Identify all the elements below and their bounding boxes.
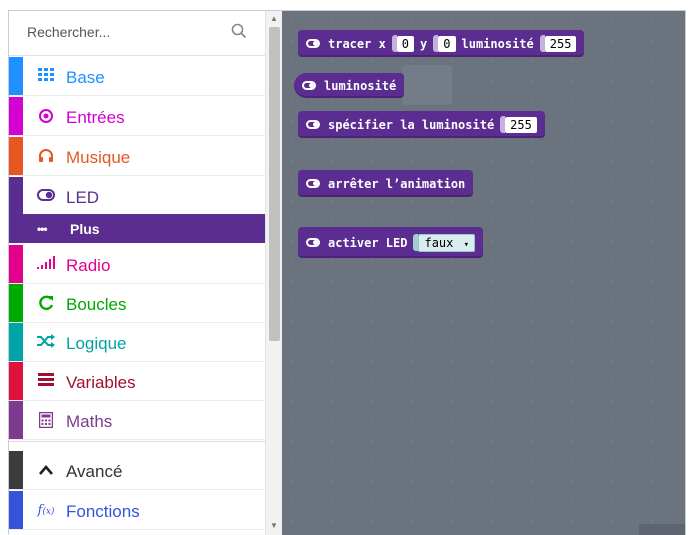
led-state-dropdown[interactable]: faux ▾ [418,233,476,252]
toolbox-search[interactable]: Rechercher... [9,11,265,56]
toolbox-category-entrees[interactable]: Entrées [9,97,265,136]
toolbox-category-logique[interactable]: Logique [9,323,265,362]
scrollbar-thumb[interactable] [269,27,280,341]
shuffle-icon [37,334,55,352]
brightness-value-input[interactable]: 255 [544,35,577,52]
scroll-up-icon[interactable]: ▲ [270,14,278,23]
chevron-down-icon: ▾ [463,239,470,250]
toolbox-category-led[interactable]: LED [9,177,265,216]
category-label: Entrées [66,108,125,127]
search-input[interactable]: Rechercher... [27,24,110,40]
block-label: y [420,36,428,51]
category-label: Variables [66,373,136,392]
stop-animation-block[interactable]: arrêter l’animation [298,170,474,197]
plot-brightness-block[interactable]: tracer x 0 y 0 luminosité 255 [298,30,585,57]
blocks-flyout: tracer x 0 y 0 luminosité 255 luminosité… [282,11,685,535]
signal-icon [37,256,55,274]
category-color-stripe [9,362,23,400]
block-label: arrêter l’animation [328,176,466,191]
category-color-stripe [9,245,23,283]
toolbox-separator [9,441,265,449]
toolbox-category-fonctions[interactable]: f(x) Fonctions [9,491,265,530]
enable-led-block[interactable]: activer LED faux ▾ [298,227,484,258]
category-label: Musique [66,148,131,167]
category-label: Plus [70,221,100,237]
toggle-icon [302,81,316,90]
grid-icon [37,68,55,86]
category-color-stripe [9,57,23,95]
more-icon: ••• [37,222,48,236]
list-icon [37,373,55,391]
toggle-icon [306,238,320,247]
block-label: spécifier la luminosité [328,117,495,132]
toggle-icon [37,188,55,206]
category-label: Boucles [66,295,127,314]
y-value-input[interactable]: 0 [438,35,456,52]
category-color-stripe [9,177,23,215]
toolbox-category-radio[interactable]: Radio [9,245,265,284]
x-value-input[interactable]: 0 [396,35,415,52]
category-color-stripe [9,214,23,243]
category-label: Logique [66,334,127,353]
brightness-reporter-block[interactable]: luminosité [294,73,405,98]
radio-button-icon [37,108,55,126]
toolbox-category-variables[interactable]: Variables [9,362,265,401]
category-color-stripe [9,137,23,175]
category-color-stripe [9,491,23,529]
category-label: Fonctions [66,502,140,521]
dropdown-value: faux [424,235,454,250]
block-label: luminosité [324,78,397,93]
category-color-stripe [9,451,23,489]
search-icon[interactable] [231,23,247,39]
toolbox-category-avance[interactable]: Avancé [9,451,265,490]
toolbox-category-maths[interactable]: Maths [9,401,265,440]
scroll-down-icon[interactable]: ▼ [270,521,278,530]
calculator-icon [37,411,55,430]
toolbox-scrollbar[interactable]: ▲ ▼ [265,11,282,535]
category-label: LED [66,188,100,207]
toolbox: Rechercher... Base Entrées Musique LED •… [9,11,265,535]
chevron-up-icon [37,462,55,480]
refresh-icon [37,295,55,313]
toggle-icon [306,39,320,48]
toolbox-subcategory-plus[interactable]: ••• Plus [9,214,265,243]
set-brightness-block[interactable]: spécifier la luminosité 255 [298,111,545,138]
block-label: tracer x [328,36,386,51]
category-color-stripe [9,401,23,439]
category-color-stripe [9,323,23,361]
toolbox-category-base[interactable]: Base [9,57,265,96]
toggle-icon [306,179,320,188]
category-label: Radio [66,256,111,275]
workspace-corner [639,524,685,535]
brightness-value-input[interactable]: 255 [505,116,537,133]
block-label: luminosité [461,36,534,51]
category-label: Base [66,68,105,87]
headphones-icon [37,148,55,166]
category-label: Avancé [66,462,123,481]
toolbox-category-musique[interactable]: Musique [9,137,265,176]
category-color-stripe [9,97,23,135]
category-label: Maths [66,412,113,431]
toolbox-category-boucles[interactable]: Boucles [9,284,265,323]
block-label: activer LED [328,235,408,250]
category-color-stripe [9,284,23,322]
background-block-shadow [402,65,452,105]
makecode-editor: Rechercher... Base Entrées Musique LED •… [8,10,686,535]
function-icon: f(x) [37,503,55,518]
toggle-icon [306,120,320,129]
